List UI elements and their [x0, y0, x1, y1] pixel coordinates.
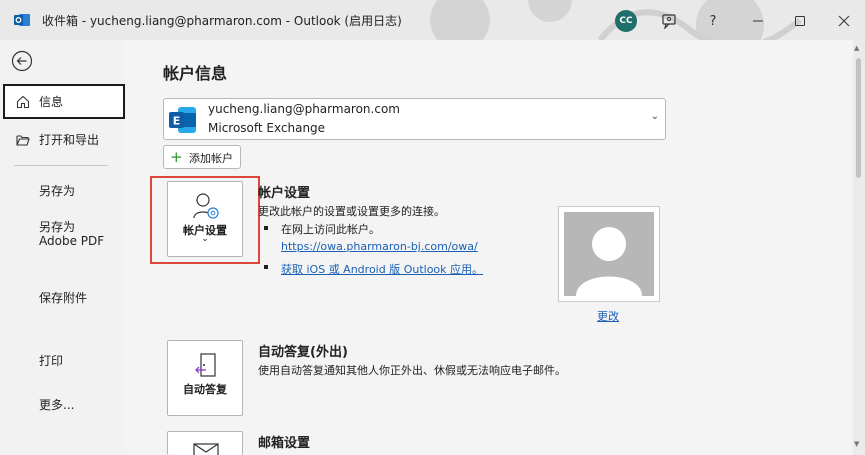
exchange-icon: E — [169, 107, 196, 133]
scroll-up-icon[interactable]: ▲ — [854, 44, 859, 52]
account-settings-description: 更改此帐户的设置或设置更多的连接。 — [258, 205, 445, 218]
bullet — [264, 226, 268, 230]
change-photo-link[interactable]: 更改 — [597, 308, 619, 324]
minimize-icon[interactable] — [746, 9, 770, 33]
feedback-icon[interactable] — [657, 9, 681, 33]
mailbox-icon — [193, 443, 219, 455]
backstage-sidebar: 信息 打开和导出 另存为 另存为 Adobe PDF 保存附件 打印 更多... — [0, 40, 126, 455]
highlight-box — [150, 176, 260, 264]
sidebar-item-label: 打开和导出 — [39, 133, 100, 147]
help-icon[interactable]: ? — [701, 9, 725, 33]
add-account-label: 添加帐户 — [189, 152, 233, 165]
automatic-replies-tile-label: 自动答复 — [183, 383, 227, 396]
account-type: Microsoft Exchange — [208, 121, 326, 135]
title-bar: 收件箱 - yucheng.liang@pharmaron.com - Outl… — [0, 0, 865, 40]
page-title: 帐户信息 — [163, 64, 228, 83]
automatic-replies-icon — [195, 353, 216, 377]
plus-icon: + — [170, 148, 183, 166]
mailbox-settings-title: 邮箱设置 — [258, 436, 311, 451]
sidebar-item-label: 另存为 — [39, 184, 76, 198]
close-icon[interactable] — [832, 9, 856, 33]
account-settings-title: 帐户设置 — [258, 186, 311, 201]
account-email: yucheng.liang@pharmaron.com — [208, 102, 400, 116]
person-placeholder-icon — [576, 227, 642, 296]
home-icon — [16, 95, 30, 109]
scroll-down-icon[interactable]: ▼ — [854, 440, 859, 448]
get-mobile-app-link[interactable]: 获取 iOS 或 Android 版 Outlook 应用。 — [281, 261, 483, 277]
bullet — [264, 265, 268, 269]
automatic-replies-button[interactable]: 自动答复 — [167, 340, 243, 416]
sidebar-item-label: 打印 — [39, 354, 64, 368]
svg-text:E: E — [173, 115, 181, 128]
outlook-icon — [14, 14, 30, 26]
folder-open-icon — [16, 135, 30, 146]
automatic-replies-title: 自动答复(外出) — [258, 345, 348, 360]
sidebar-item-label: 信息 — [39, 95, 64, 109]
profile-photo — [558, 206, 660, 302]
automatic-replies-description: 使用自动答复通知其他人你正外出、休假或无法响应电子邮件。 — [258, 364, 566, 377]
user-avatar[interactable]: CC — [615, 10, 637, 32]
back-arrow-icon[interactable] — [11, 50, 33, 72]
sidebar-item-label: 另存为 Adobe PDF — [39, 220, 105, 248]
bullet-access-web: 在网上访问此帐户。 — [281, 223, 380, 236]
maximize-icon[interactable] — [788, 9, 812, 33]
account-selector[interactable]: E yucheng.liang@pharmaron.com Microsoft … — [163, 98, 666, 140]
chevron-down-icon: ⌄ — [650, 111, 659, 122]
window-title: 收件箱 - yucheng.liang@pharmaron.com - Outl… — [42, 14, 402, 28]
add-account-button[interactable]: + 添加帐户 — [163, 145, 241, 169]
sidebar-item-label: 保存附件 — [39, 291, 88, 305]
sidebar-divider — [14, 165, 108, 166]
sidebar-item-label: 更多... — [39, 398, 75, 412]
owa-link[interactable]: https://owa.pharmaron-bj.com/owa/ — [281, 240, 478, 253]
scrollbar-thumb[interactable] — [856, 58, 861, 178]
mailbox-settings-button[interactable] — [167, 431, 243, 455]
